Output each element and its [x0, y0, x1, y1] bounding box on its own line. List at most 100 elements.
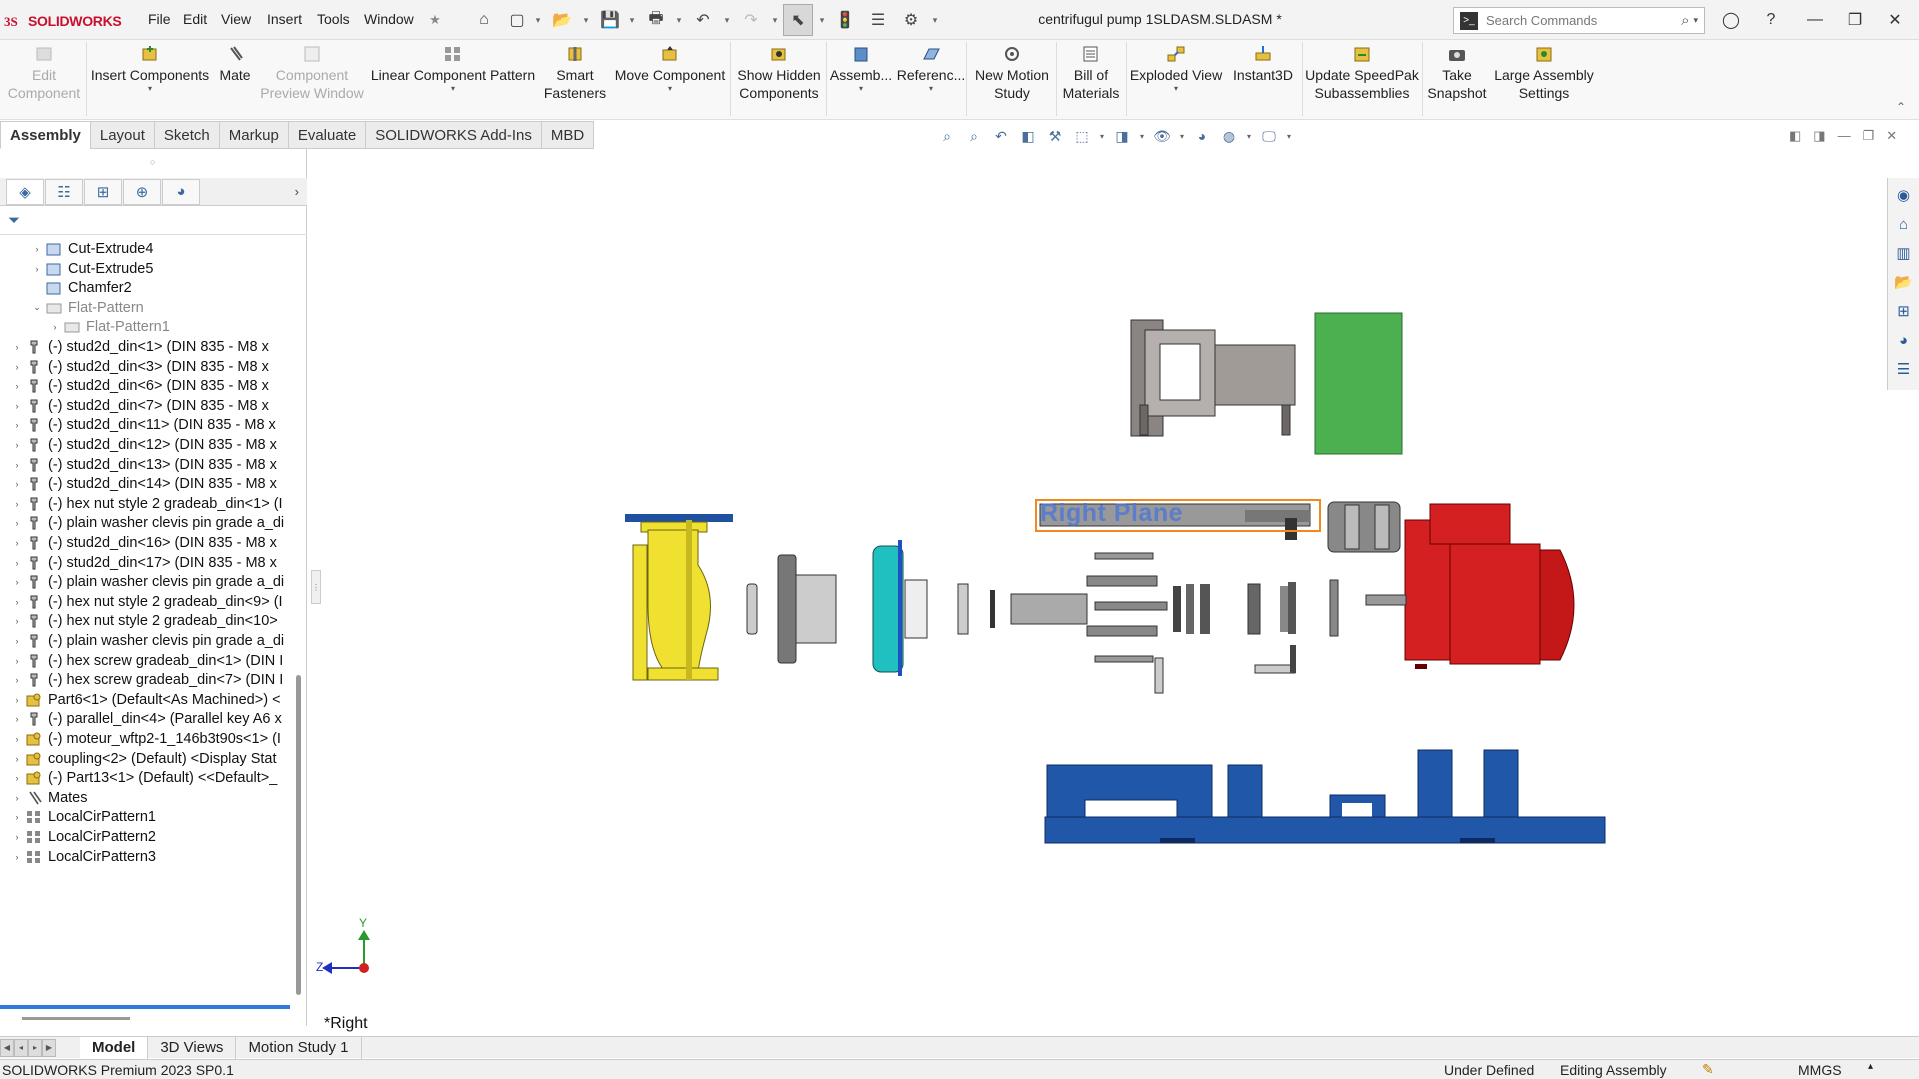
open-dropdown-icon[interactable]: ▾: [581, 9, 591, 31]
tree-rollback-bar[interactable]: [0, 1005, 290, 1009]
exploded-view-button[interactable]: Exploded View ▾: [1128, 44, 1224, 94]
assembly-features-button[interactable]: Assemb... ▾: [828, 44, 894, 94]
bearing-housing[interactable]: [1130, 319, 1296, 437]
expand-arrow-icon[interactable]: ›: [10, 793, 24, 803]
tab-addins[interactable]: SOLIDWORKS Add-Ins: [365, 121, 542, 149]
menu-tools[interactable]: Tools: [317, 11, 350, 27]
options-gear-icon[interactable]: ⚙: [900, 9, 922, 31]
expand-arrow-icon[interactable]: ›: [10, 773, 24, 783]
coupling-guard[interactable]: [1314, 312, 1403, 455]
rebuild-icon[interactable]: 🚦: [834, 9, 856, 31]
menu-insert[interactable]: Insert: [267, 11, 302, 27]
close-window-icon[interactable]: ✕: [1880, 8, 1910, 32]
collapse-ribbon-icon[interactable]: ⌃: [1896, 100, 1906, 114]
scene-dropdown-icon[interactable]: ▾: [1245, 126, 1253, 146]
zoom-to-area-icon[interactable]: ⌕: [963, 126, 985, 146]
edit-appearance-icon[interactable]: ◕: [1191, 126, 1213, 146]
filter-icon[interactable]: ⏷: [8, 212, 20, 229]
unit-system[interactable]: MMGS: [1798, 1062, 1842, 1078]
smart-fasteners-button[interactable]: Smart Fasteners: [544, 44, 606, 102]
appearances-scenes-icon[interactable]: ◕: [1892, 328, 1916, 352]
tree-filter[interactable]: ⏷: [0, 207, 307, 235]
undo-icon[interactable]: ↶: [692, 9, 714, 31]
expand-arrow-icon[interactable]: ›: [10, 832, 24, 842]
custom-properties-icon[interactable]: ☰: [1892, 357, 1916, 381]
next-tab-icon[interactable]: ▸: [28, 1038, 42, 1057]
studs-group[interactable]: [1086, 552, 1168, 694]
expand-arrow-icon[interactable]: ›: [10, 401, 24, 411]
electric-motor[interactable]: [1365, 503, 1575, 669]
minimize-document-icon[interactable]: —: [1838, 128, 1851, 144]
tab-layout[interactable]: Layout: [89, 121, 155, 149]
expand-arrow-icon[interactable]: ›: [30, 244, 44, 254]
expand-arrow-icon[interactable]: ›: [10, 518, 24, 528]
move-component-button[interactable]: Move Component ▾: [610, 44, 730, 94]
expand-arrow-icon[interactable]: ›: [10, 381, 24, 391]
previous-view-icon[interactable]: ↶: [990, 126, 1012, 146]
update-speedpak-button[interactable]: Update SpeedPak Subassemblies: [1304, 44, 1420, 102]
displaymanager-icon[interactable]: ◕: [162, 178, 200, 205]
menu-file[interactable]: File: [148, 11, 171, 27]
reference-geometry-dropdown-icon[interactable]: ▾: [929, 84, 933, 94]
minimize-window-icon[interactable]: —: [1800, 8, 1830, 32]
instant3d-button[interactable]: Instant3D: [1228, 44, 1298, 84]
exploded-view-dropdown-icon[interactable]: ▾: [1174, 84, 1178, 94]
tree-horizontal-scrollbar[interactable]: [22, 1017, 130, 1020]
rebuild-status-icon[interactable]: ✎: [1702, 1061, 1714, 1078]
previous-tab-icon[interactable]: ◂: [14, 1038, 28, 1057]
expand-arrow-icon[interactable]: ›: [10, 616, 24, 626]
seal-cover[interactable]: [872, 540, 928, 676]
mate-button[interactable]: Mate: [215, 44, 255, 84]
expand-arrow-icon[interactable]: ›: [10, 440, 24, 450]
search-input[interactable]: Search Commands: [1486, 13, 1681, 28]
open-icon[interactable]: 📂: [551, 9, 573, 31]
panel-splitter-icon[interactable]: ○: [150, 157, 155, 167]
display-style-icon[interactable]: ◨: [1111, 126, 1133, 146]
menu-window[interactable]: Window: [364, 11, 414, 27]
tile-left-icon[interactable]: ◧: [1789, 128, 1801, 144]
dimxpertmanager-icon[interactable]: ⊕: [123, 178, 161, 205]
dynamic-annotation-icon[interactable]: ⚒: [1044, 126, 1066, 146]
new-dropdown-icon[interactable]: ▾: [533, 9, 543, 31]
view-orientation-dropdown-icon[interactable]: ▾: [1098, 126, 1106, 146]
file-explorer-icon[interactable]: 📂: [1892, 270, 1916, 294]
restore-document-icon[interactable]: ❐: [1863, 128, 1875, 144]
expand-arrow-icon[interactable]: ›: [10, 362, 24, 372]
redo-dropdown-icon[interactable]: ▾: [770, 9, 780, 31]
last-tab-icon[interactable]: ▶: [42, 1038, 56, 1057]
close-document-icon[interactable]: ✕: [1886, 128, 1897, 144]
help-icon[interactable]: ?: [1756, 8, 1786, 32]
tab-sketch[interactable]: Sketch: [153, 121, 220, 149]
collapse-panel-handle[interactable]: ⋮: [311, 570, 321, 604]
save-icon[interactable]: 💾: [599, 9, 621, 31]
tab-3d-views[interactable]: 3D Views: [148, 1036, 237, 1059]
tab-evaluate[interactable]: Evaluate: [287, 121, 367, 149]
configurationmanager-icon[interactable]: ⊞: [84, 178, 122, 205]
search-commands[interactable]: >_ Search Commands ⌕ ▾: [1453, 7, 1705, 34]
tree-node[interactable]: › LocalCirPattern3: [10, 845, 157, 869]
view-settings-icon[interactable]: 🖵: [1258, 126, 1280, 146]
pump-casing[interactable]: [625, 514, 733, 681]
spacer-ring[interactable]: [990, 590, 995, 628]
tab-markup[interactable]: Markup: [218, 121, 289, 149]
options-dropdown-icon[interactable]: ▾: [930, 9, 940, 31]
display-style-dropdown-icon[interactable]: ▾: [1138, 126, 1146, 146]
expand-arrow-icon[interactable]: ›: [10, 852, 24, 862]
tab-motion-study-1[interactable]: Motion Study 1: [236, 1036, 362, 1059]
expand-arrow-icon[interactable]: ›: [10, 558, 24, 568]
expand-arrow-icon[interactable]: ›: [10, 577, 24, 587]
expand-arrow-icon[interactable]: ›: [10, 597, 24, 607]
large-assembly-settings-button[interactable]: Large Assembly Settings: [1494, 44, 1594, 102]
expand-arrow-icon[interactable]: ›: [10, 499, 24, 509]
expand-arrow-icon[interactable]: ›: [10, 656, 24, 666]
show-hidden-components-button[interactable]: Show Hidden Components: [734, 44, 824, 102]
expand-arrow-icon[interactable]: ›: [10, 714, 24, 724]
assembly-features-dropdown-icon[interactable]: ▾: [859, 84, 863, 94]
linear-component-pattern-button[interactable]: Linear Component Pattern ▾: [370, 44, 536, 94]
view-palette-icon[interactable]: ⊞: [1892, 299, 1916, 323]
hide-show-dropdown-icon[interactable]: ▾: [1178, 126, 1186, 146]
search-icon[interactable]: ⌕: [1681, 12, 1689, 29]
section-view-icon[interactable]: ◧: [1017, 126, 1039, 146]
expand-arrow-icon[interactable]: ⌄: [30, 302, 44, 313]
reference-geometry-button[interactable]: Referenc... ▾: [897, 44, 965, 94]
